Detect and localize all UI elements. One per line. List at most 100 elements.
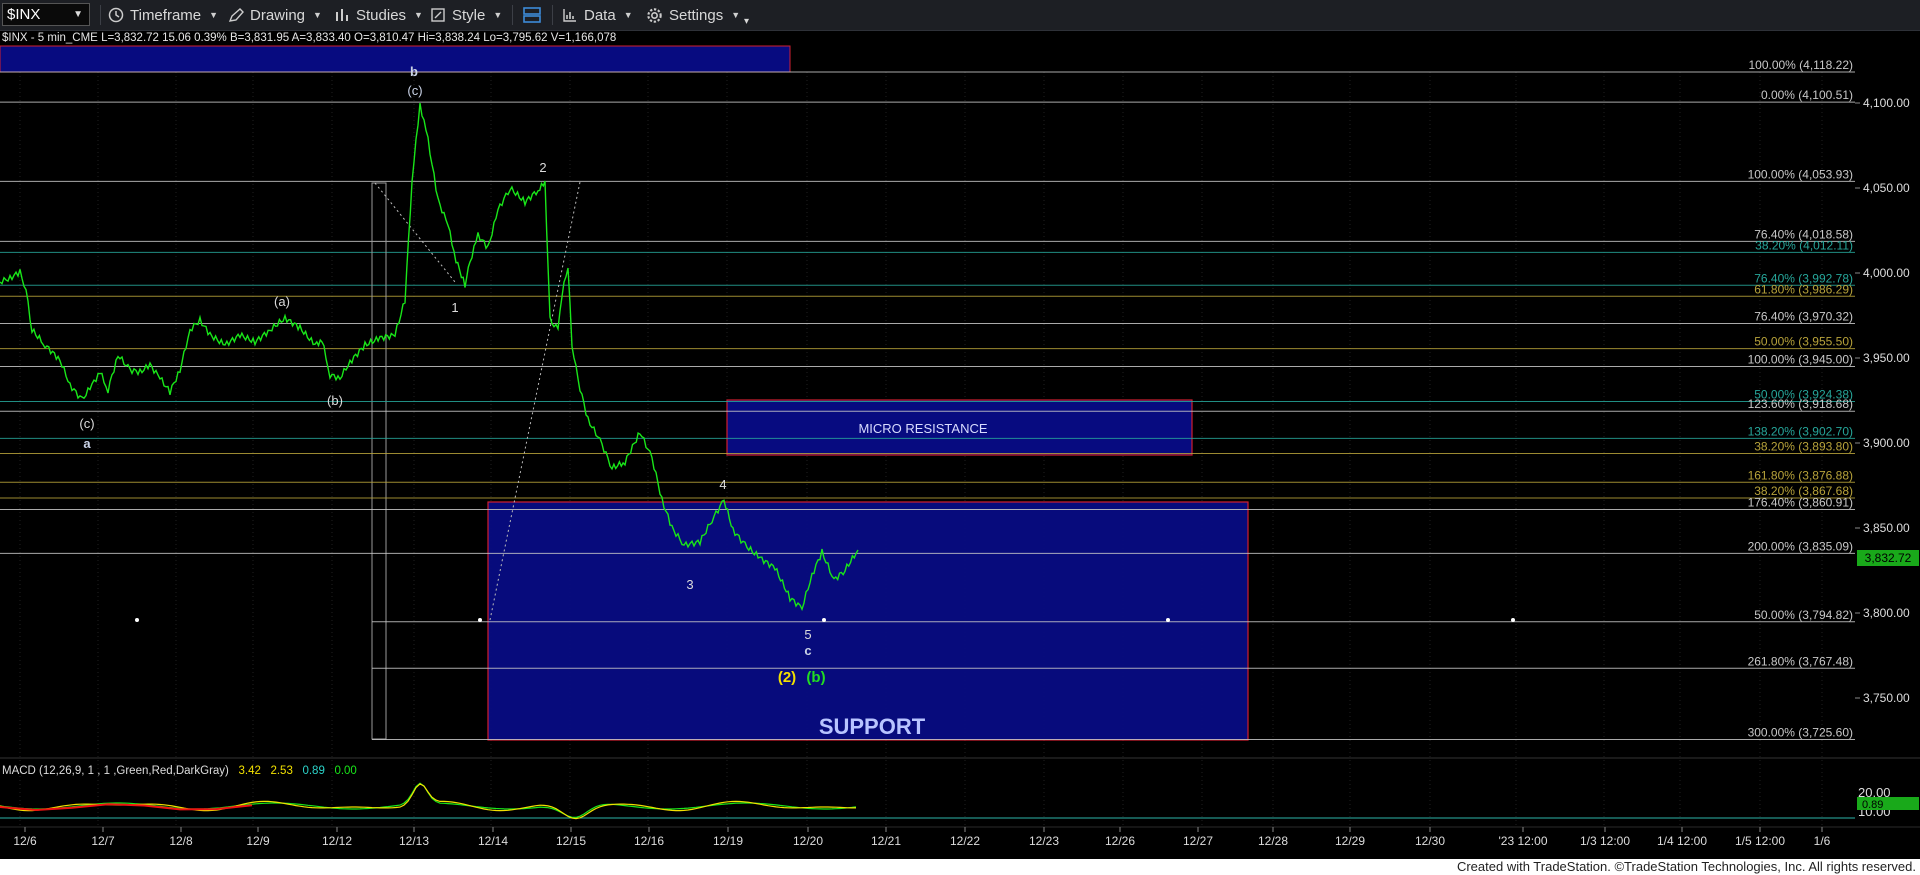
toolbar-separator (552, 5, 553, 25)
price-tick-label: 3,800.00 (1863, 606, 1910, 620)
wave-label-a-paren: (a) (274, 294, 290, 309)
fib-level-label: 100.00% (4,118.22) (1748, 58, 1853, 72)
price-tick-label: 4,050.00 (1863, 181, 1910, 195)
fib-level-label: 176.40% (3,860.91) (1748, 495, 1853, 509)
wave-label-2-paren: (2) (778, 669, 796, 686)
price-tick-label: 3,850.00 (1863, 521, 1910, 535)
top-banner-rect (0, 45, 791, 73)
layout-icon (523, 7, 541, 23)
wave-label-b: b (410, 64, 418, 79)
time-tick-label: 12/16 (634, 834, 664, 848)
anchor-dot (135, 618, 139, 622)
macd-signal-line (0, 783, 856, 820)
time-tick-label: 1/5 12:00 (1735, 834, 1785, 848)
anchor-dot (822, 618, 826, 622)
time-tick-label: 12/23 (1029, 834, 1059, 848)
caret-down-icon: ▼ (414, 10, 423, 20)
data-button[interactable]: Data ▼ (562, 4, 633, 26)
data-label: Data (584, 6, 616, 24)
price-chart[interactable]: MICRO RESISTANCE SUPPORT b (c) 2 1 (a) (… (0, 30, 1920, 860)
caret-down-icon: ▼ (313, 10, 322, 20)
time-tick-label: 12/26 (1105, 834, 1135, 848)
time-tick-label: 12/27 (1183, 834, 1213, 848)
settings-label: Settings (669, 6, 724, 24)
price-tick-label: 3,750.00 (1863, 691, 1910, 705)
macd-value-2: 2.53 (270, 765, 293, 777)
caret-down-icon: ▼ (731, 10, 741, 20)
wave-label-1: 1 (451, 300, 458, 315)
time-tick-label: 12/12 (322, 834, 352, 848)
wave-label-c-top: (c) (407, 83, 422, 98)
footer-text: Created with TradeStation. ©TradeStation… (1456, 859, 1916, 874)
style-button[interactable]: Style ▼ (430, 4, 502, 26)
fib-level-label: 38.20% (4,012.11) (1755, 238, 1853, 252)
fib-level-label: 138.20% (3,902.70) (1748, 424, 1853, 438)
time-tick-label: '23 12:00 (1498, 834, 1547, 848)
wave-label-4: 4 (719, 477, 726, 492)
wave-label-a: a (83, 436, 91, 451)
time-tick-label: 12/22 (950, 834, 980, 848)
timeframe-button[interactable]: Timeframe ▼ (108, 4, 218, 26)
drawing-button[interactable]: Drawing ▼ (228, 4, 322, 26)
fib-level-label: 50.00% (3,955.50) (1754, 335, 1853, 349)
toolbar-separator (512, 5, 513, 25)
time-tick-label: 1/6 (1814, 834, 1831, 848)
wave-label-c-paren-low: (c) (79, 416, 94, 431)
time-tick-label: 12/30 (1415, 834, 1445, 848)
time-tick-label: 1/3 12:00 (1580, 834, 1630, 848)
studies-button[interactable]: Studies ▼ (334, 4, 423, 26)
support-label: SUPPORT (819, 714, 926, 739)
settings-button[interactable]: Settings ▼ (646, 4, 740, 26)
fib-box (371, 182, 387, 740)
time-tick-label: 12/20 (793, 834, 823, 848)
wave-label-3: 3 (686, 577, 693, 592)
price-tick-label: 3,900.00 (1863, 436, 1910, 450)
anchor-dot (478, 618, 482, 622)
price-tick-label: 4,100.00 (1863, 96, 1910, 110)
wave-label-b-paren: (b) (327, 393, 343, 408)
symbol-text: $INX (7, 6, 41, 23)
data-icon (563, 9, 576, 22)
price-axis: 4,100.00 4,050.00 4,000.00 3,950.00 3,900.00… (1855, 96, 1910, 705)
macd-histogram (0, 803, 253, 812)
macd-line (0, 782, 857, 819)
caret-down-icon: ▼ (623, 10, 633, 20)
layout-button[interactable] (522, 4, 548, 26)
timeframe-label: Timeframe (130, 6, 202, 24)
symbol-selector[interactable]: $INX ▼ (2, 3, 90, 26)
fib-level-label: 123.60% (3,918.68) (1748, 397, 1853, 411)
toolbar-separator (100, 5, 101, 25)
time-axis: 12/6 12/7 12/8 12/9 12/12 12/13 12/14 12/15 12/1… (13, 827, 1831, 848)
fib-level-label: 261.80% (3,767.48) (1748, 654, 1853, 668)
time-tick-label: 12/14 (478, 834, 508, 848)
chevron-down-icon: ▼ (73, 9, 83, 20)
last-price-badge-text: 3,832.72 (1865, 551, 1912, 565)
time-tick-label: 12/28 (1258, 834, 1288, 848)
time-tick-label: 12/13 (399, 834, 429, 848)
style-icon (431, 8, 445, 22)
time-tick-label: 12/7 (91, 834, 115, 848)
fib-level-label: 300.00% (3,725.60) (1748, 725, 1853, 739)
studies-label: Studies (356, 6, 407, 24)
time-tick-label: 12/8 (169, 834, 193, 848)
fib-level-label: 200.00% (3,835.09) (1748, 539, 1853, 553)
gear-icon (647, 7, 662, 23)
macd-value-3: 0.89 (302, 765, 325, 777)
fib-level-label: 0.00% (4,100.51) (1761, 88, 1853, 102)
macd-value-1: 3.42 (238, 765, 261, 777)
macd-label: MACD (12,26,9, 1 , 1 ,Green,Red,DarkGray… (2, 765, 229, 777)
drawing-label: Drawing (250, 6, 306, 24)
caret-down-icon: ▼ (209, 10, 219, 20)
pencil-icon (228, 8, 244, 22)
time-tick-label: 12/19 (713, 834, 743, 848)
toolbar: $INX ▼ Timeframe ▼ Drawing ▼ Studies ▼ Styl… (0, 0, 1920, 31)
style-label: Style (452, 6, 486, 24)
anchor-dot (1166, 618, 1170, 622)
macd-value-badge-text: 0.89 (1862, 799, 1883, 811)
time-tick-label: 1/4 12:00 (1657, 834, 1707, 848)
time-tick-label: 12/9 (246, 834, 270, 848)
fib-level-label: 161.80% (3,876.88) (1748, 468, 1853, 482)
toolbar-overflow-icon[interactable]: ▾ (744, 10, 749, 32)
fib-level-label: 61.80% (3,986.29) (1754, 282, 1853, 296)
wave-label-2: 2 (539, 160, 546, 175)
